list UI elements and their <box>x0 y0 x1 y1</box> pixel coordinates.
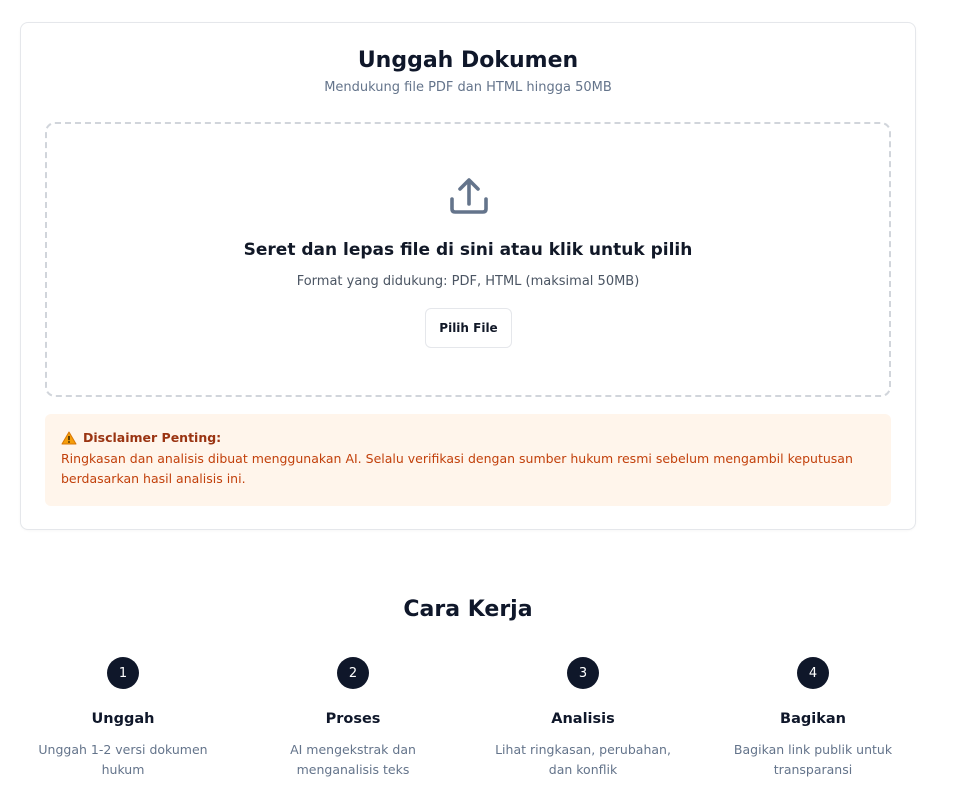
upload-subtitle: Mendukung file PDF dan HTML hingga 50MB <box>324 80 612 95</box>
disclaimer-box: Disclaimer Penting: Ringkasan dan analis… <box>45 414 891 506</box>
step-share: 4 Bagikan Bagikan link publik untuk tran… <box>698 657 928 780</box>
step-analysis: 3 Analisis Lihat ringkasan, perubahan, d… <box>468 657 698 780</box>
steps-list: 1 Unggah Unggah 1-2 versi dokumen hukum … <box>8 657 928 797</box>
disclaimer-text: Ringkasan dan analisis dibuat menggunaka… <box>61 451 853 486</box>
file-dropzone[interactable]: Seret dan lepas file di sini atau klik u… <box>45 122 891 397</box>
step-title: Bagikan <box>780 711 846 727</box>
warning-icon <box>61 431 77 444</box>
choose-file-button[interactable]: Pilih File <box>425 308 512 348</box>
step-title: Unggah <box>91 711 155 727</box>
step-description: Bagikan link publik untuk transparansi <box>733 742 893 777</box>
step-description: AI mengekstrak dan menganalisis teks <box>290 742 416 777</box>
step-title: Proses <box>325 711 381 727</box>
disclaimer-title: Disclaimer Penting: <box>83 430 222 445</box>
step-number-badge: 3 <box>567 657 599 689</box>
disclaimer-header: Disclaimer Penting: <box>61 430 875 445</box>
upload-card: Unggah Dokumen Mendukung file PDF dan HT… <box>20 22 916 530</box>
upload-icon <box>450 178 488 214</box>
supported-formats: Format yang didukung: PDF, HTML (maksima… <box>296 274 640 289</box>
step-description: Lihat ringkasan, perubahan, dan konflik <box>495 742 671 777</box>
step-number-badge: 2 <box>337 657 369 689</box>
how-it-works-title: Cara Kerja <box>403 597 533 622</box>
step-upload: 1 Unggah Unggah 1-2 versi dokumen hukum <box>8 657 238 780</box>
step-number-badge: 1 <box>107 657 139 689</box>
step-number-badge: 4 <box>797 657 829 689</box>
step-description: Unggah 1-2 versi dokumen hukum <box>38 742 208 777</box>
upload-title: Unggah Dokumen <box>357 48 579 73</box>
dropzone-instruction: Seret dan lepas file di sini atau klik u… <box>243 240 693 260</box>
step-process: 2 Proses AI mengekstrak dan menganalisis… <box>238 657 468 780</box>
step-title: Analisis <box>551 711 615 727</box>
